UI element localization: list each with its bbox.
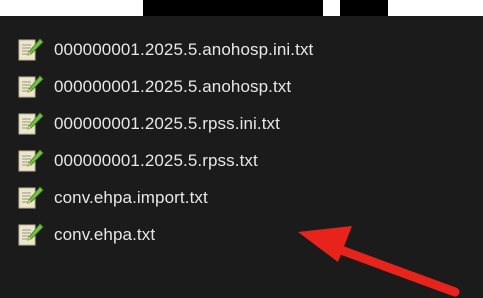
file-explorer-panel: 000000001.2025.5.anohosp.ini.txt 0000000…: [0, 16, 483, 298]
file-name: 000000001.2025.5.anohosp.txt: [54, 77, 292, 96]
text-file-icon: [16, 147, 44, 175]
file-row[interactable]: 000000001.2025.5.anohosp.ini.txt: [16, 32, 446, 68]
file-row[interactable]: conv.ehpa.import.txt: [16, 180, 446, 216]
file-name: conv.ehpa.import.txt: [54, 188, 208, 207]
file-name: 000000001.2025.5.rpss.txt: [54, 151, 258, 170]
file-name: 000000001.2025.5.rpss.ini.txt: [54, 114, 280, 133]
file-name: conv.ehpa.txt: [54, 225, 156, 244]
text-file-icon: [16, 221, 44, 249]
text-file-icon: [16, 36, 44, 64]
text-file-icon: [16, 73, 44, 101]
screenshot-frame: 000000001.2025.5.anohosp.ini.txt 0000000…: [0, 0, 483, 298]
text-file-icon: [16, 184, 44, 212]
file-row[interactable]: 000000001.2025.5.rpss.txt: [16, 143, 446, 179]
file-name: 000000001.2025.5.anohosp.ini.txt: [54, 40, 314, 59]
file-row[interactable]: conv.ehpa.txt: [16, 217, 446, 253]
file-row[interactable]: 000000001.2025.5.anohosp.txt: [16, 69, 446, 105]
text-file-icon: [16, 110, 44, 138]
file-row[interactable]: 000000001.2025.5.rpss.ini.txt: [16, 106, 446, 142]
